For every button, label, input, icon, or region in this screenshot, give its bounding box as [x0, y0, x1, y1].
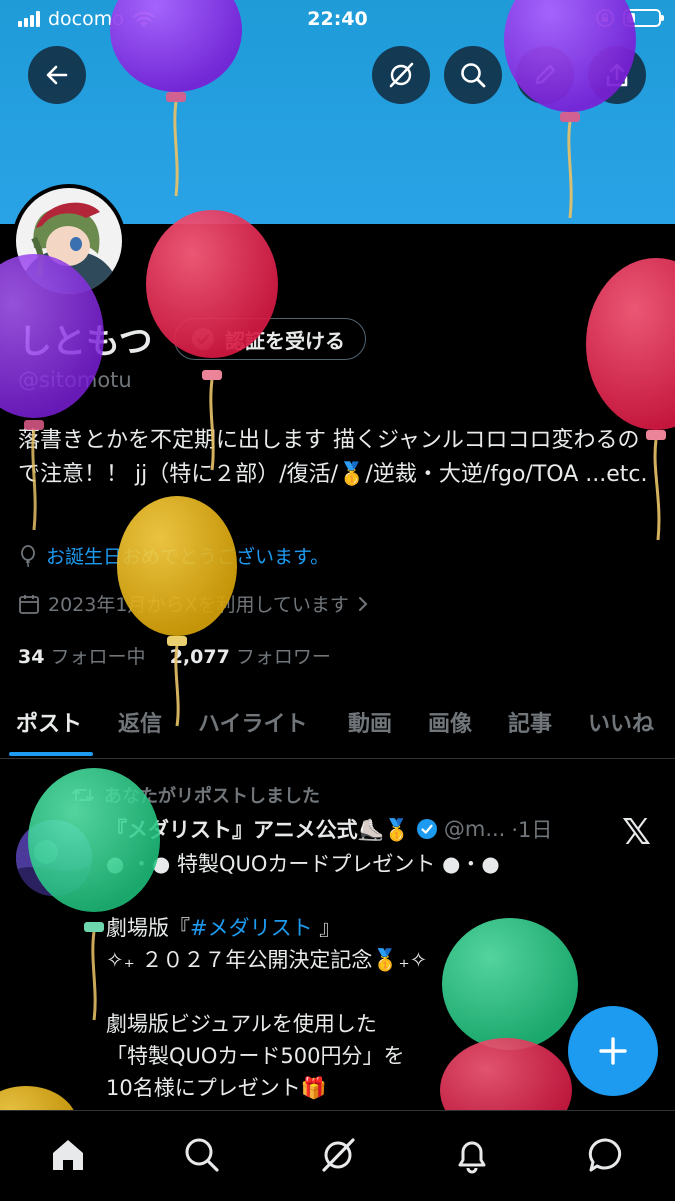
- post-author-name[interactable]: 『メダリスト』アニメ公式⛸️🥇: [106, 814, 410, 844]
- notifications-icon: [458, 1141, 486, 1174]
- nav-notifications[interactable]: [450, 1133, 494, 1177]
- nav-grok[interactable]: [316, 1133, 360, 1177]
- author-logo: [16, 820, 92, 896]
- edit-button[interactable]: [516, 46, 574, 104]
- handle: @sitomotu: [18, 368, 132, 392]
- x-logo-icon[interactable]: 𝕏: [622, 812, 651, 853]
- following-link[interactable]: 34 フォロー中: [18, 646, 146, 668]
- following-count: 34: [18, 646, 45, 668]
- get-verified-button[interactable]: 認証を受ける: [174, 318, 366, 360]
- calendar-icon: [19, 594, 39, 614]
- back-button[interactable]: [28, 46, 86, 104]
- tab-articles[interactable]: 記事: [508, 706, 552, 738]
- hashtag-link[interactable]: #メダリスト: [190, 916, 313, 940]
- post-line-3a: 劇場版『: [106, 916, 190, 940]
- plus-icon: [599, 1037, 627, 1065]
- birthday-link[interactable]: お誕生日おめでとうございます。: [46, 542, 329, 569]
- joined-row[interactable]: 2023年1月からXを利用しています: [18, 590, 369, 617]
- tab-likes[interactable]: いいね: [588, 706, 654, 738]
- followers-count: 2,077: [169, 646, 230, 668]
- compose-post-button[interactable]: [568, 1006, 658, 1096]
- verified-icon: [416, 819, 437, 839]
- post-line-1: ● ・● 特製QUOカードプレゼント ●・●: [106, 852, 500, 876]
- follow-counts: 34 フォロー中 2,077 フォロワー: [18, 642, 331, 669]
- post-body[interactable]: ● ・● 特製QUOカードプレゼント ●・● 劇場版『#メダリスト 』 ✧₊ ２…: [106, 848, 586, 1104]
- back-icon: [46, 65, 68, 85]
- post-author-avatar[interactable]: [16, 820, 92, 896]
- tab-highlights[interactable]: ハイライト: [198, 706, 308, 738]
- post-line-6: 劇場版ビジュアルを使用した: [106, 1012, 377, 1036]
- grok-icon: [322, 1138, 355, 1172]
- get-verified-label: 認証を受ける: [225, 328, 345, 353]
- search-icon: [461, 63, 486, 88]
- repost-label: あなたがリポストしました: [104, 786, 320, 807]
- chevron-right-icon: [358, 596, 368, 611]
- tab-images[interactable]: 画像: [428, 706, 472, 738]
- post-author-handle[interactable]: @m...: [444, 817, 505, 841]
- post-line-4: ✧₊ ２０２７年公開決定記念🥇₊✧: [106, 948, 428, 972]
- post-time: ·1日: [511, 818, 553, 842]
- repost-icon: [72, 789, 94, 801]
- tab-replies[interactable]: 返信: [118, 706, 162, 738]
- grok-icon: [389, 62, 414, 88]
- grok-button[interactable]: [372, 46, 430, 104]
- search-icon: [185, 1138, 219, 1172]
- balloon-icon: [21, 544, 35, 567]
- post-header: 『メダリスト』アニメ公式⛸️🥇 @m... ·1日: [106, 814, 552, 844]
- followers-link[interactable]: 2,077 フォロワー: [170, 646, 331, 668]
- status-bar: docomo 22:40: [0, 0, 675, 40]
- messages-icon: [588, 1138, 622, 1172]
- tab-videos[interactable]: 動画: [348, 706, 392, 738]
- avatar-illustration: [16, 188, 122, 294]
- followers-label: フォロワー: [235, 646, 331, 668]
- post-line-7: 「特製QUOカード500円分」を: [106, 1044, 405, 1068]
- nav-home[interactable]: [46, 1133, 90, 1177]
- post-line-3b: 』: [312, 916, 341, 940]
- tab-posts[interactable]: ポスト: [16, 706, 82, 738]
- clock: 22:40: [307, 8, 368, 30]
- profile-avatar[interactable]: [12, 184, 126, 298]
- bottom-nav: [0, 1110, 675, 1201]
- share-button[interactable]: [588, 46, 646, 104]
- following-label: フォロー中: [50, 646, 146, 668]
- orientation-lock-icon: [596, 9, 614, 27]
- nav-messages[interactable]: [584, 1133, 628, 1177]
- battery-icon: [623, 9, 664, 27]
- joined-text: 2023年1月からXを利用しています: [48, 594, 349, 616]
- edit-icon: [535, 64, 556, 85]
- search-button[interactable]: [444, 46, 502, 104]
- balloon-red-right: [586, 258, 675, 541]
- active-tab-indicator: [9, 752, 93, 756]
- bio: 落書きとかを不定期に出します 描くジャンルコロコロ変わるので注意！！ jj（特に…: [18, 428, 648, 487]
- repost-indicator: あなたがリポストしました: [72, 782, 320, 808]
- share-icon: [606, 63, 628, 87]
- display-name: しともつ: [18, 322, 153, 362]
- home-icon: [53, 1140, 83, 1170]
- nav-search[interactable]: [180, 1133, 224, 1177]
- birthday-row: お誕生日おめでとうございます。: [18, 542, 329, 569]
- verified-badge-icon: [192, 328, 214, 350]
- profile-tabs: ポスト 返信 ハイライト 動画 画像 記事 いいね: [0, 700, 675, 759]
- post-line-8: 10名様にプレゼント🎁: [106, 1076, 327, 1100]
